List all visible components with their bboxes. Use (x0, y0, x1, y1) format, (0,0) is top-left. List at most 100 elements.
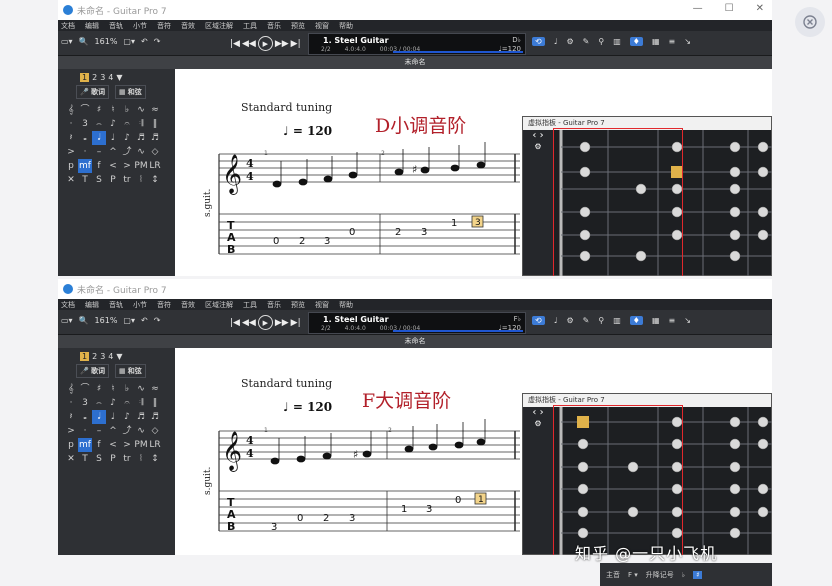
menu-sound[interactable]: 音乐 (267, 21, 281, 31)
rasg-icon[interactable]: ↕ (148, 452, 162, 466)
rest-icon[interactable]: 𝄽 (64, 131, 78, 145)
layout-icon[interactable]: ▭▾ (61, 37, 73, 46)
clef-icon[interactable]: 𝄞 (64, 382, 78, 396)
menu-effects[interactable]: 音效 (181, 300, 195, 310)
menu-track[interactable]: 音轨 (109, 21, 123, 31)
end-icon[interactable]: ‖ (148, 117, 162, 131)
lr-icon[interactable]: LR (148, 159, 162, 173)
pick-icon[interactable]: ⚲ (598, 37, 604, 46)
mf-icon[interactable]: mf (78, 159, 92, 173)
edit-icon[interactable]: ↘ (684, 37, 691, 46)
accent-icon[interactable]: > (64, 424, 78, 438)
grace-icon[interactable]: ♪ (106, 396, 120, 410)
redo-icon[interactable]: ↷ (154, 37, 161, 46)
voice-tab-1[interactable]: 1 (80, 73, 90, 82)
quarter-note-icon[interactable]: ♩ (106, 410, 120, 424)
zoom-level[interactable]: 161% (95, 316, 118, 325)
first-bar-icon[interactable]: |◀ (230, 39, 240, 49)
document-tab[interactable]: 未命名 (58, 56, 772, 69)
redo-icon[interactable]: ↷ (154, 316, 161, 325)
x-note-icon[interactable]: ✕ (64, 173, 78, 187)
tap-icon[interactable]: T (78, 452, 92, 466)
undo-icon[interactable]: ↶ (141, 37, 148, 46)
lyrics-button[interactable]: 🎤 歌词 (76, 364, 109, 378)
cresc-icon[interactable]: < (106, 438, 120, 452)
loop-icon[interactable]: ⟲ (532, 316, 545, 325)
menu-track[interactable]: 音轨 (109, 300, 123, 310)
sixteenth-note-icon[interactable]: ♬ (134, 131, 148, 145)
quarter-note-icon[interactable]: ♩ (106, 131, 120, 145)
fretboard-icon[interactable]: ≡ (669, 37, 676, 46)
fermata-icon[interactable]: 𝄐 (120, 117, 134, 131)
loop-icon[interactable]: ⟲ (532, 37, 545, 46)
menu-bar-measure[interactable]: 小节 (133, 21, 147, 31)
pop-icon[interactable]: P (106, 173, 120, 187)
slur-icon[interactable]: ♯ (92, 382, 106, 396)
voice-tab-3[interactable]: 3 (100, 73, 105, 82)
keyboard-icon[interactable]: ▦ (652, 37, 660, 46)
layout-icon[interactable]: ▭▾ (61, 316, 73, 325)
menu-tools[interactable]: 工具 (243, 21, 257, 31)
bend-icon[interactable]: ⤴ (120, 424, 134, 438)
zoom-icon[interactable]: 🔍 (79, 37, 89, 46)
guitar-icon[interactable]: ♦ (629, 37, 643, 46)
hold-icon[interactable]: ⌢ (92, 117, 106, 131)
menu-bar-measure[interactable]: 小节 (133, 300, 147, 310)
filter-icon[interactable]: ▼ (116, 73, 122, 82)
sharp-toggle-icon[interactable]: ♯ (693, 570, 703, 579)
mixer-icon[interactable]: ▥ (613, 316, 621, 325)
dim-icon[interactable]: > (120, 438, 134, 452)
track-name[interactable]: 1. Steel Guitar (323, 315, 389, 324)
whole-note-icon[interactable]: 𝅝 (78, 410, 92, 424)
dot-icon[interactable]: · (64, 117, 78, 131)
grace-icon[interactable]: ♪ (106, 117, 120, 131)
bend-icon[interactable]: ⤴ (120, 145, 134, 159)
tap-icon[interactable]: T (78, 173, 92, 187)
slap-icon[interactable]: S (92, 452, 106, 466)
slap-icon[interactable]: S (92, 173, 106, 187)
pop-icon[interactable]: P (106, 452, 120, 466)
voice-tab-2[interactable]: 2 (92, 352, 97, 361)
last-bar-icon[interactable]: ▶| (291, 39, 301, 49)
menu-note[interactable]: 音符 (157, 300, 171, 310)
sharp-icon[interactable]: ♮ (106, 382, 120, 396)
tenuto-icon[interactable]: – (92, 424, 106, 438)
accent-icon[interactable]: > (64, 145, 78, 159)
play-icon[interactable]: ▶ (257, 315, 273, 330)
rest-icon[interactable]: 𝄽 (64, 410, 78, 424)
staccato-icon[interactable]: · (78, 145, 92, 159)
menu-window[interactable]: 视窗 (315, 300, 329, 310)
eighth-note-icon[interactable]: ♪ (120, 131, 134, 145)
guitar-icon[interactable]: ♦ (629, 316, 643, 325)
sharp-icon[interactable]: ♮ (106, 103, 120, 117)
key-selector[interactable]: F ▾ (628, 571, 638, 579)
menu-effects[interactable]: 音效 (181, 21, 195, 31)
slur-icon[interactable]: ♯ (92, 103, 106, 117)
tuning-label[interactable]: 主音 (606, 570, 620, 580)
page-view-icon[interactable]: ▢▾ (123, 316, 135, 325)
eighth-note-icon[interactable]: ♪ (120, 410, 134, 424)
settings-icon[interactable]: ⚙ (566, 37, 573, 46)
hold-icon[interactable]: ⌢ (92, 396, 106, 410)
staccato-icon[interactable]: · (78, 424, 92, 438)
pm-icon[interactable]: PM (134, 438, 148, 452)
track-name[interactable]: 1. Steel Guitar (323, 36, 389, 45)
natural-icon[interactable]: ♭ (120, 382, 134, 396)
menu-window[interactable]: 视窗 (315, 21, 329, 31)
thirtysecond-icon[interactable]: ♬ (148, 410, 162, 424)
next-bar-icon[interactable]: ▶▶ (275, 318, 289, 328)
tie-icon[interactable]: ⌒ (78, 382, 92, 396)
pencil-icon[interactable]: ✎ (583, 37, 590, 46)
gear-icon[interactable]: ⚙ (534, 142, 541, 151)
next-bar-icon[interactable]: ▶▶ (275, 39, 289, 49)
close-overlay-button[interactable] (795, 7, 825, 37)
fermata-icon[interactable]: 𝄐 (120, 396, 134, 410)
mixer-icon[interactable]: ▥ (613, 37, 621, 46)
zoom-level[interactable]: 161% (95, 37, 118, 46)
trill-icon[interactable]: tr (120, 173, 134, 187)
pick-icon[interactable]: ⚲ (598, 316, 604, 325)
marcato-icon[interactable]: ^ (106, 145, 120, 159)
next-arrow-icon[interactable]: › (540, 130, 544, 141)
dim-icon[interactable]: > (120, 159, 134, 173)
last-bar-icon[interactable]: ▶| (291, 318, 301, 328)
